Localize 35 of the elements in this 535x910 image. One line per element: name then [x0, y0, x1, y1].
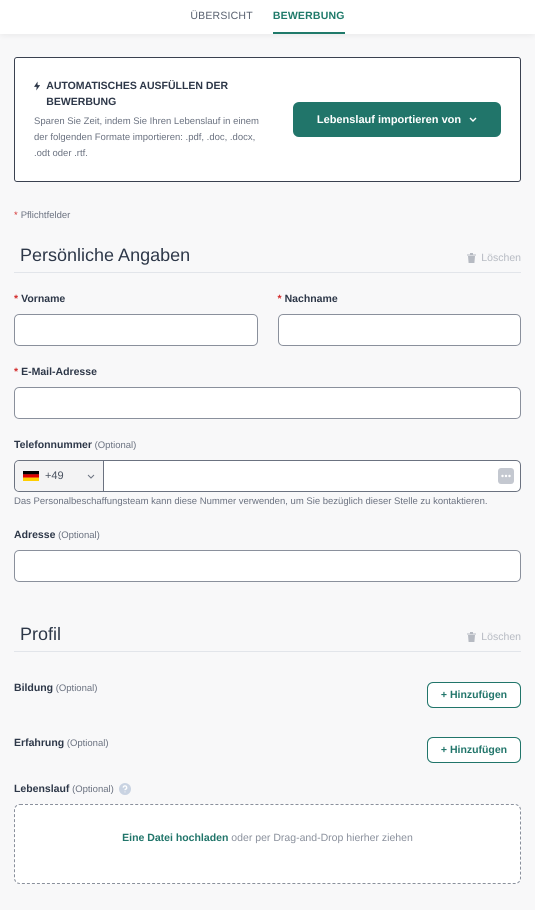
tab[interactable]: ÜBERSICHT — [190, 0, 253, 34]
chevron-icon — [469, 117, 478, 122]
add-button[interactable]: + Hinzufügen — [427, 682, 521, 708]
country-select[interactable]: +49 — [15, 461, 104, 491]
tab[interactable]: BEWERBUNG — [272, 0, 345, 34]
field-label: Erfahrung (Optional) — [14, 737, 109, 749]
card-title: AUTOMATISCHES AUSFÜLLEN DER BEWERBUNG — [46, 78, 230, 110]
chevron-icon — [87, 474, 95, 478]
field-label: * Vorname — [14, 293, 66, 305]
trash-icon — [467, 252, 476, 262]
required-note: * Pflichtfelder — [14, 210, 72, 221]
trash-icon — [467, 632, 476, 642]
add-button[interactable]: + Hinzufügen — [427, 737, 521, 763]
phone-field[interactable]: +49 — [14, 460, 521, 492]
field-label: Telefonnummer (Optional) — [14, 439, 136, 451]
lightning-icon — [34, 80, 40, 90]
field-label: * E-Mail-Adresse — [14, 366, 97, 378]
field-label: Bildung (Optional) — [14, 682, 98, 694]
more-icon[interactable] — [498, 468, 514, 484]
card-description: Sparen Sie Zeit, indem Sie Ihren Lebenslauf in einem der folgenden Formate importieren: .pdf, .doc, .docx, .odt oder .rtf. — [34, 114, 260, 160]
text-field[interactable] — [14, 550, 521, 582]
text-field[interactable] — [14, 387, 521, 419]
help-text: Das Personalbeschaffungsteam kann diese Nummer verwenden, um Sie bezüglich dieser Stelle zu kontaktieren. — [14, 495, 488, 509]
field-label: Lebenslauf (Optional) — [14, 783, 114, 795]
text-field[interactable] — [14, 314, 258, 346]
section-title: Persönliche Angaben — [20, 245, 190, 266]
flag-icon — [23, 471, 39, 481]
section-title: Profil — [20, 624, 62, 645]
file-dropzone[interactable]: Eine Datei hochladen oder per Drag-and-Drop hierher ziehen — [14, 804, 521, 884]
import-button[interactable]: Lebenslauf importieren von — [293, 102, 501, 137]
field-label: Adresse (Optional) — [14, 529, 100, 541]
text-field[interactable] — [278, 314, 521, 346]
upload-link[interactable]: Eine Datei hochladen — [122, 832, 228, 844]
upload-text: Eine Datei hochladen oder per Drag-and-Drop hierher ziehen — [122, 832, 413, 846]
field-label: * Nachname — [278, 293, 338, 305]
